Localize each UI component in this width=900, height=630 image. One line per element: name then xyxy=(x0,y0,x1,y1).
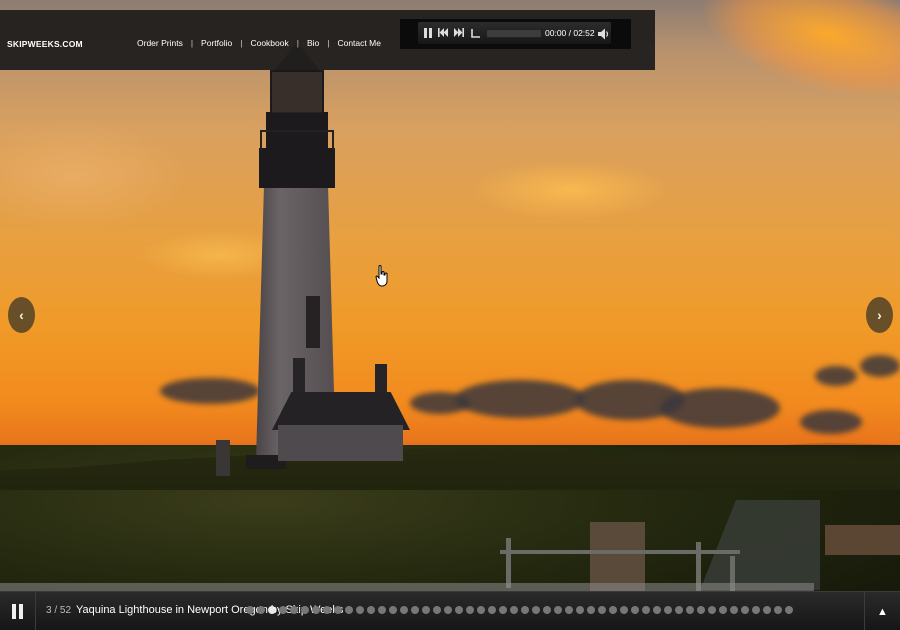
slide-dot[interactable] xyxy=(488,606,496,614)
slide-dot[interactable] xyxy=(532,606,540,614)
previous-slide-button[interactable]: ‹ xyxy=(8,297,35,333)
lighthouse-rail xyxy=(260,130,334,150)
slide-dot[interactable] xyxy=(675,606,683,614)
next-icon[interactable] xyxy=(454,28,464,39)
slide-dots xyxy=(246,606,793,614)
repeat-icon[interactable] xyxy=(471,28,481,40)
slide-dot[interactable] xyxy=(356,606,364,614)
main-nav: Order Prints | Portfolio | Cookbook | Bi… xyxy=(137,38,381,48)
slide-dot[interactable] xyxy=(411,606,419,614)
nav-order-prints[interactable]: Order Prints xyxy=(137,38,183,48)
dark-cloud xyxy=(860,355,900,377)
slide-dot[interactable] xyxy=(477,606,485,614)
slide-dot[interactable] xyxy=(543,606,551,614)
slide-dot[interactable] xyxy=(598,606,606,614)
slide-dot[interactable] xyxy=(268,606,276,614)
sky-glow xyxy=(470,160,670,220)
nav-contact-me[interactable]: Contact Me xyxy=(337,38,380,48)
slide-dot[interactable] xyxy=(257,606,265,614)
slide-dot[interactable] xyxy=(774,606,782,614)
slide-dot[interactable] xyxy=(246,606,254,614)
slide-dot[interactable] xyxy=(565,606,573,614)
pause-icon[interactable] xyxy=(424,28,432,38)
slide-dot[interactable] xyxy=(345,606,353,614)
dark-cloud xyxy=(800,410,862,434)
slide-dot[interactable] xyxy=(642,606,650,614)
slide-counter: 3 / 52 xyxy=(46,605,72,616)
slide-dot[interactable] xyxy=(609,606,617,614)
slide-dot[interactable] xyxy=(763,606,771,614)
slideshow-photo xyxy=(0,0,900,630)
slide-dot[interactable] xyxy=(334,606,342,614)
audio-player: 00:00 / 02:52 xyxy=(400,19,631,49)
site-logo[interactable]: SKIPWEEKS.COM xyxy=(7,39,83,49)
keeper-house xyxy=(278,425,403,461)
slideshow-pause-button[interactable] xyxy=(0,592,36,630)
dark-cloud xyxy=(160,378,260,404)
slide-dot[interactable] xyxy=(466,606,474,614)
slide-dot[interactable] xyxy=(741,606,749,614)
sky-glow xyxy=(690,0,900,120)
slide-dot[interactable] xyxy=(730,606,738,614)
slide-dot[interactable] xyxy=(631,606,639,614)
slide-dot[interactable] xyxy=(587,606,595,614)
hand-cursor-icon xyxy=(375,265,389,287)
expand-thumbnails-button[interactable]: ▲ xyxy=(864,592,900,630)
audio-controls: 00:00 / 02:52 xyxy=(418,22,611,44)
slideshow-controlbar: 3 / 52 Yaquina Lighthouse in Newport Ore… xyxy=(0,591,900,630)
nav-cookbook[interactable]: Cookbook xyxy=(250,38,288,48)
slide-dot[interactable] xyxy=(785,606,793,614)
slide-dot[interactable] xyxy=(378,606,386,614)
slide-dot[interactable] xyxy=(653,606,661,614)
nav-bio[interactable]: Bio xyxy=(307,38,319,48)
slide-dot[interactable] xyxy=(697,606,705,614)
trash-can xyxy=(590,522,645,592)
previous-icon[interactable] xyxy=(438,28,448,39)
slide-dot[interactable] xyxy=(400,606,408,614)
next-slide-button[interactable]: › xyxy=(866,297,893,333)
nav-separator: | xyxy=(190,38,194,48)
railing-post xyxy=(506,538,511,588)
slide-dot[interactable] xyxy=(499,606,507,614)
slide-dot[interactable] xyxy=(455,606,463,614)
nav-separator: | xyxy=(240,38,243,48)
fence-post xyxy=(216,440,230,476)
railing xyxy=(500,550,740,554)
audio-progress-bar[interactable] xyxy=(486,29,542,38)
slide-dot[interactable] xyxy=(521,606,529,614)
dark-cloud xyxy=(815,366,857,386)
slide-dot[interactable] xyxy=(367,606,375,614)
audio-time: 00:00 / 02:52 xyxy=(545,28,595,38)
nav-portfolio[interactable]: Portfolio xyxy=(201,38,232,48)
nav-separator: | xyxy=(327,38,330,48)
slide-dot[interactable] xyxy=(312,606,320,614)
slide-dot[interactable] xyxy=(664,606,672,614)
slide-dot[interactable] xyxy=(279,606,287,614)
slide-dot[interactable] xyxy=(323,606,331,614)
volume-icon[interactable] xyxy=(598,27,610,40)
slide-dot[interactable] xyxy=(686,606,694,614)
sky-glow xyxy=(0,120,190,230)
slide-dot[interactable] xyxy=(620,606,628,614)
slide-dot[interactable] xyxy=(433,606,441,614)
slide-dot[interactable] xyxy=(290,606,298,614)
top-navbar: SKIPWEEKS.COM Order Prints | Portfolio |… xyxy=(0,10,655,70)
slide-dot[interactable] xyxy=(719,606,727,614)
nav-separator: | xyxy=(296,38,299,48)
slide-dot[interactable] xyxy=(422,606,430,614)
lighthouse-gallery xyxy=(259,148,335,188)
slide-dot[interactable] xyxy=(301,606,309,614)
dark-cloud xyxy=(660,388,780,428)
lighthouse-lantern xyxy=(270,70,324,115)
dark-cloud xyxy=(455,380,585,418)
lighthouse-window xyxy=(306,296,320,348)
slide-dot[interactable] xyxy=(444,606,452,614)
slide-dot[interactable] xyxy=(554,606,562,614)
slide-dot[interactable] xyxy=(576,606,584,614)
slide-dot[interactable] xyxy=(389,606,397,614)
slide-dot[interactable] xyxy=(752,606,760,614)
slide-dot[interactable] xyxy=(510,606,518,614)
slide-dot[interactable] xyxy=(708,606,716,614)
bench xyxy=(825,525,900,555)
